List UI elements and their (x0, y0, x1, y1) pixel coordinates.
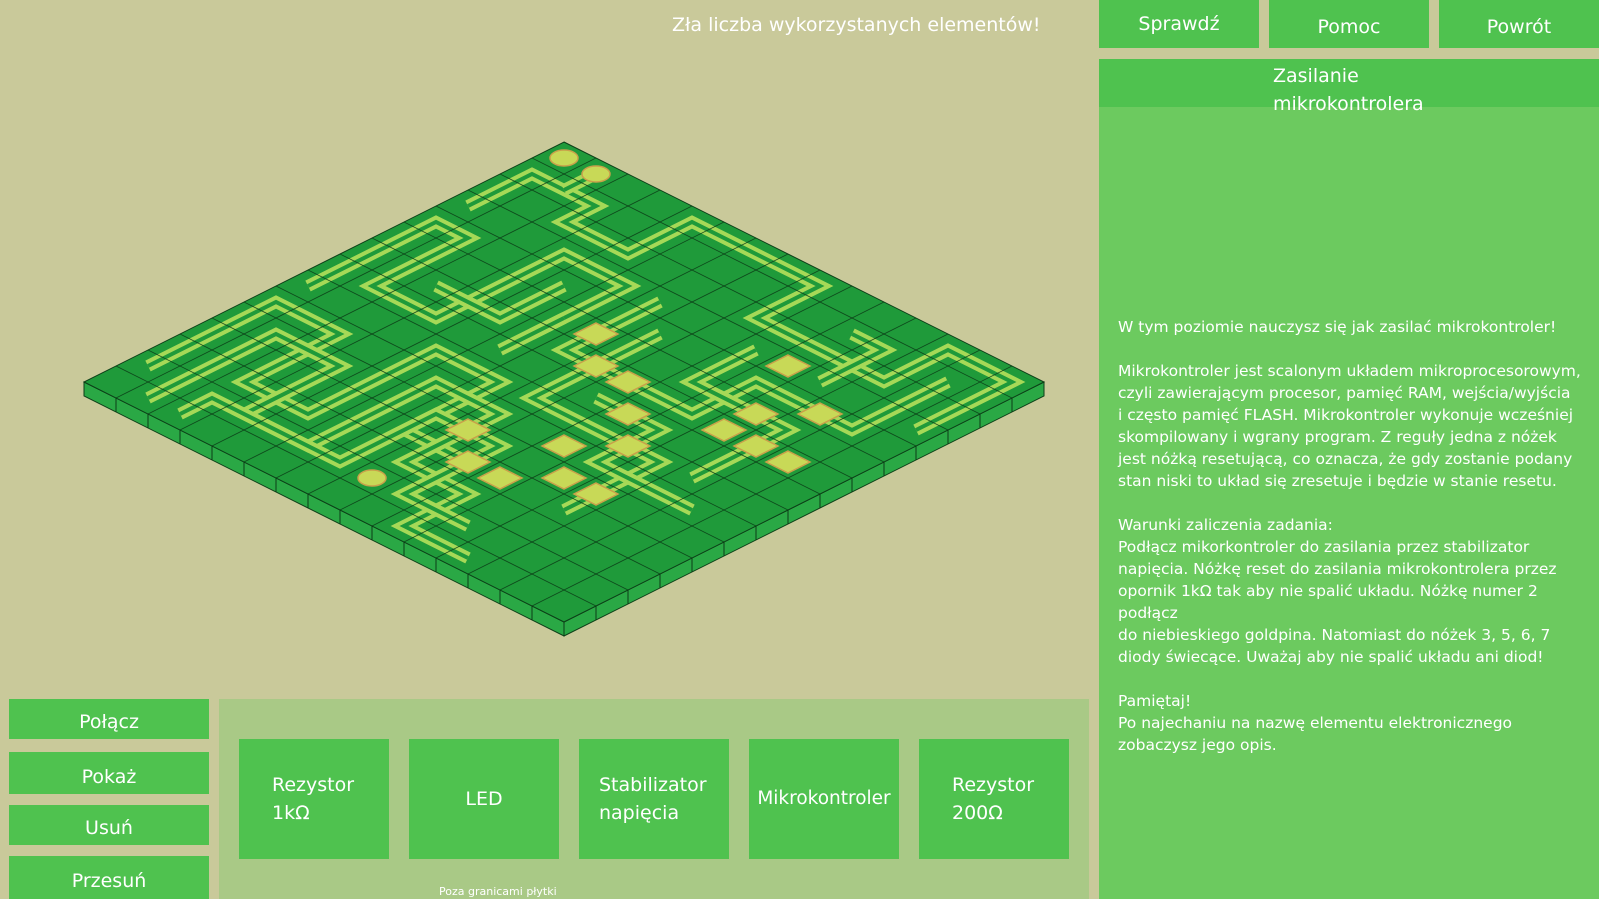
help-button[interactable]: Pomoc (1269, 0, 1429, 48)
desc-remember: Pamiętaj! Po najechaniu na nazwę element… (1118, 692, 1513, 754)
remove-tool-button[interactable]: Usuń (9, 805, 209, 845)
circuit-board[interactable] (0, 130, 1060, 650)
show-tool-button[interactable]: Pokaż (9, 752, 209, 794)
level-description: W tym poziomie nauczysz się jak zasilać … (1118, 316, 1593, 778)
check-button[interactable]: Sprawdź (1099, 0, 1259, 48)
mounting-hole (549, 149, 579, 167)
mounting-hole (581, 165, 611, 183)
part-voltage-regulator[interactable]: Stabilizator napięcia (579, 739, 729, 859)
out-of-board-hint: Poza granicami płytki (439, 885, 557, 898)
level-title: Zasilanie mikrokontrolera (1273, 65, 1424, 115)
desc-about-mcu: Mikrokontroler jest scalonym układem mik… (1118, 362, 1581, 490)
desc-intro: W tym poziomie nauczysz się jak zasilać … (1118, 318, 1557, 336)
part-resistor-200[interactable]: Rezystor 200Ω (919, 739, 1069, 859)
part-led[interactable]: LED (409, 739, 559, 859)
status-message: Zła liczba wykorzystanych elementów! (672, 14, 1041, 36)
move-tool-button[interactable]: Przesuń (9, 856, 209, 899)
part-microcontroller[interactable]: Mikrokontroler (749, 739, 899, 859)
back-button[interactable]: Powrót (1439, 0, 1599, 48)
part-resistor-1k[interactable]: Rezystor 1kΩ (239, 739, 389, 859)
connect-tool-button[interactable]: Połącz (9, 699, 209, 739)
mounting-hole (357, 469, 387, 487)
desc-conditions: Warunki zaliczenia zadania: Podłącz miko… (1118, 516, 1557, 666)
